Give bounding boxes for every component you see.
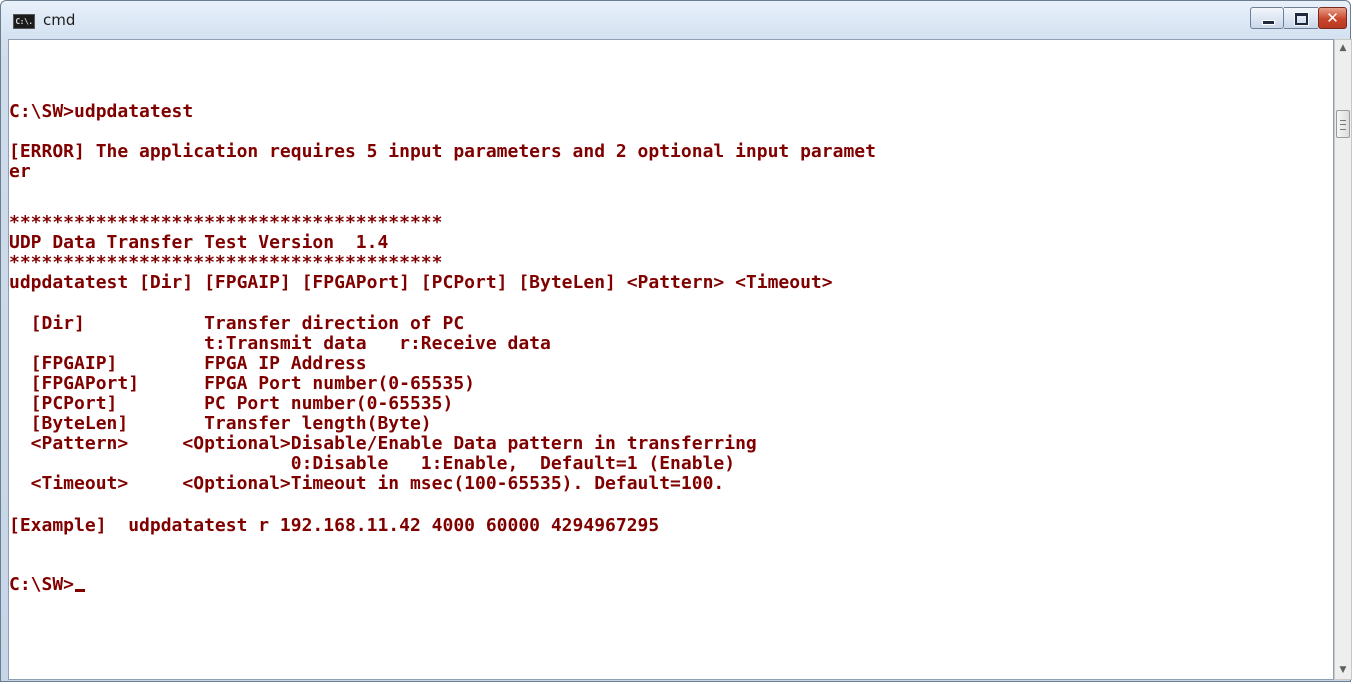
terminal-line: [FPGAPort] FPGA Port number(0-65535) — [9, 373, 475, 394]
terminal-line: UDP Data Transfer Test Version 1.4 — [9, 232, 389, 253]
scrollbar-thumb[interactable] — [1336, 110, 1350, 138]
terminal-line: [FPGAIP] FPGA IP Address — [9, 353, 367, 374]
terminal-line: <Pattern> <Optional>Disable/Enable Data … — [9, 433, 757, 454]
command-prompt[interactable]: C:\SW> — [9, 574, 86, 595]
terminal-line: **************************************** — [9, 212, 443, 233]
window-title: cmd — [43, 11, 76, 29]
prompt-text: C:\SW> — [9, 574, 75, 595]
console-icon: C:\. — [13, 14, 35, 29]
terminal-line: [ByteLen] Transfer length(Byte) — [9, 413, 432, 434]
minimize-button[interactable] — [1250, 7, 1284, 29]
terminal-line: t:Transmit data r:Receive data — [9, 333, 551, 354]
vertical-scrollbar[interactable]: ▲ ▼ — [1334, 39, 1352, 680]
terminal-line: **************************************** — [9, 252, 443, 273]
scroll-up-arrow-icon[interactable]: ▲ — [1335, 40, 1351, 57]
terminal-line: 0:Disable 1:Enable, Default=1 (Enable) — [9, 453, 736, 474]
scroll-down-arrow-icon[interactable]: ▼ — [1335, 662, 1351, 679]
terminal-line: [Example] udpdatatest r 192.168.11.42 40… — [9, 515, 660, 536]
text-cursor — [75, 589, 86, 592]
terminal-text: C:\SW>udpdatatest [ERROR] The applicatio… — [9, 40, 876, 595]
close-icon: ✕ — [1326, 9, 1339, 27]
terminal-line: [Dir] Transfer direction of PC — [9, 313, 465, 334]
terminal-line: <Timeout> <Optional>Timeout in msec(100-… — [9, 473, 725, 494]
maximize-button[interactable] — [1284, 7, 1318, 29]
terminal-line: C:\SW>udpdatatest — [9, 101, 194, 122]
terminal-line: [PCPort] PC Port number(0-65535) — [9, 393, 454, 414]
terminal-line: er — [9, 161, 31, 182]
close-button[interactable]: ✕ — [1318, 7, 1347, 29]
terminal-line: udpdatatest [Dir] [FPGAIP] [FPGAPort] [P… — [9, 272, 833, 293]
console-output[interactable]: C:\SW>udpdatatest [ERROR] The applicatio… — [8, 39, 1334, 680]
cmd-window: C:\. cmd ✕ C:\SW>udpdatatest [ERROR] The… — [0, 0, 1352, 682]
minimize-icon — [1262, 20, 1275, 25]
maximize-icon — [1294, 12, 1309, 26]
terminal-line: [ERROR] The application requires 5 input… — [9, 141, 876, 162]
title-bar[interactable]: C:\. cmd ✕ — [1, 1, 1350, 39]
